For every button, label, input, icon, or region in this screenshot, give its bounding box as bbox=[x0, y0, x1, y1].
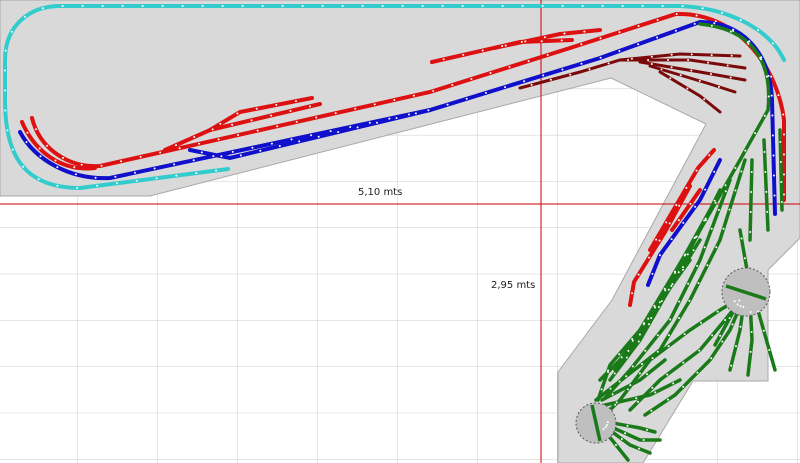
turntable-lower bbox=[575, 402, 617, 444]
track-plan-canvas: 5,10 mts 2,95 mts bbox=[0, 0, 800, 463]
height-dimension-label: 2,95 mts bbox=[491, 280, 536, 291]
track-plan bbox=[0, 0, 800, 463]
width-dimension-label: 5,10 mts bbox=[358, 187, 403, 198]
turntable-upper bbox=[721, 267, 771, 317]
